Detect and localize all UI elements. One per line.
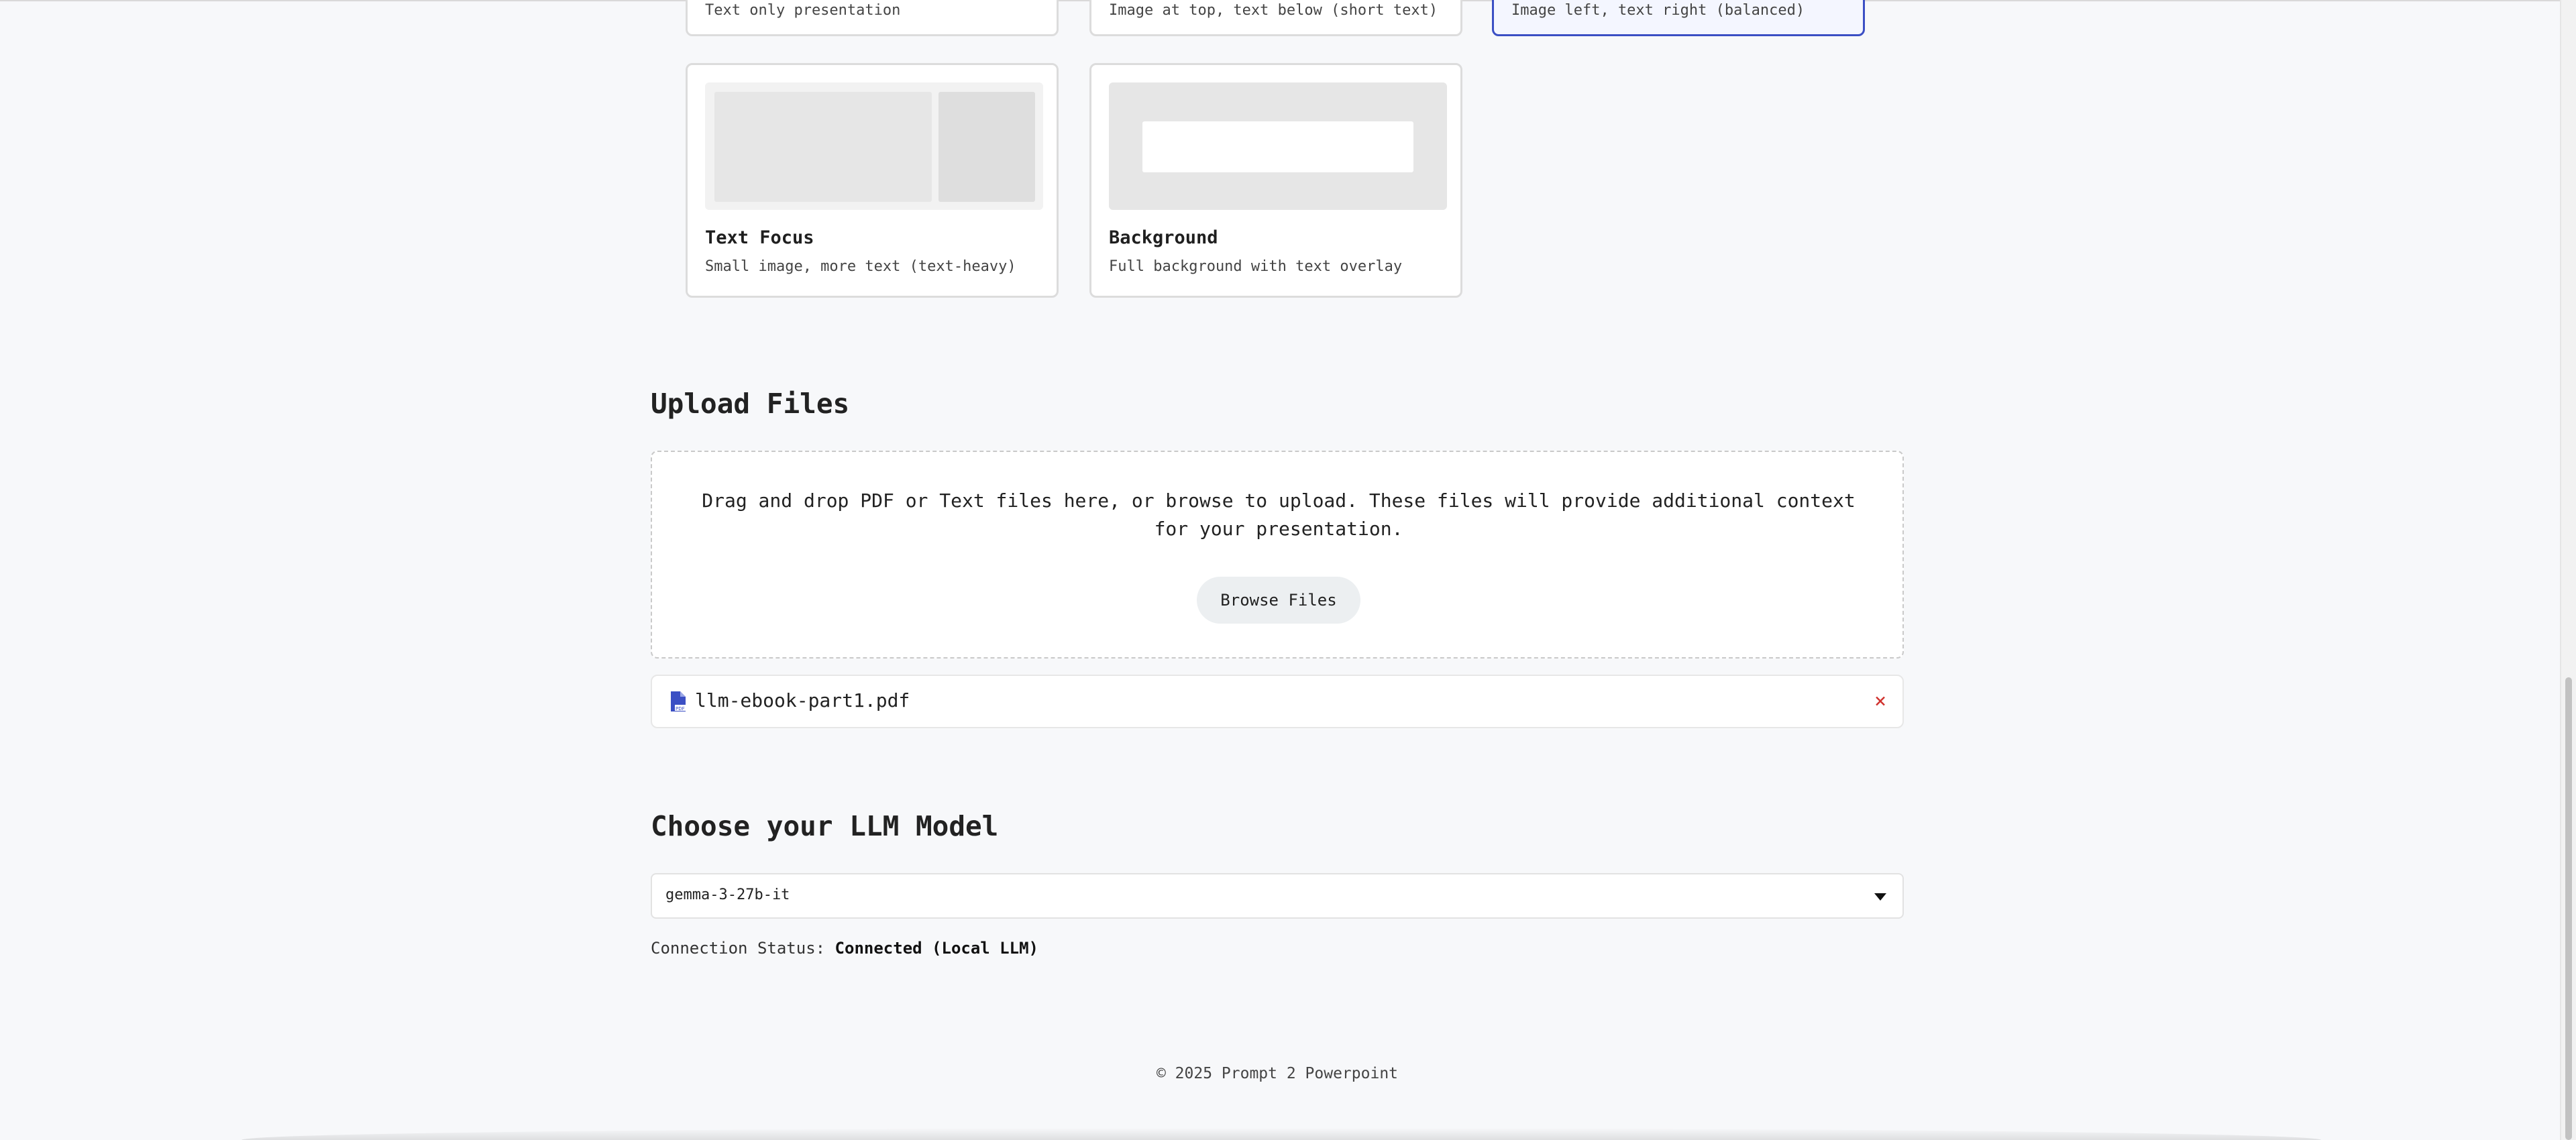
layout-card-desc: Image at top, text below (short text) — [1109, 2, 1438, 19]
connection-status: Connection Status: Connected (Local LLM) — [651, 939, 1038, 958]
upload-section-title: Upload Files — [651, 388, 850, 420]
connection-status-value: Connected (Local LLM) — [835, 939, 1038, 958]
footer-shadow — [241, 1128, 2321, 1140]
layout-card-text-focus[interactable]: Text Focus Small image, more text (text-… — [686, 63, 1059, 298]
selected-model: gemma-3-27b-it — [665, 887, 790, 903]
svg-text:PDF: PDF — [676, 706, 685, 711]
browse-files-button[interactable]: Browse Files — [1197, 577, 1360, 624]
layout-card-image-left[interactable]: Image left, text right (balanced) — [1492, 0, 1865, 36]
layout-card-desc: Text only presentation — [705, 2, 901, 19]
layout-card-background[interactable]: Background Full background with text ove… — [1089, 63, 1462, 298]
file-dropzone[interactable]: Drag and drop PDF or Text files here, or… — [651, 451, 1904, 659]
file-name: llm-ebook-part1.pdf — [695, 689, 910, 711]
layout-card-title: Background — [1109, 227, 1218, 248]
layout-card-desc: Full background with text overlay — [1109, 258, 1403, 275]
preview-text-block — [714, 92, 932, 202]
connection-status-label: Connection Status: — [651, 939, 826, 958]
background-preview — [1109, 82, 1447, 210]
pdf-file-icon: PDF — [669, 691, 687, 712]
layout-card-desc: Image left, text right (balanced) — [1511, 2, 1805, 19]
uploaded-file-item: PDF llm-ebook-part1.pdf × — [651, 675, 1904, 728]
remove-file-button[interactable]: × — [1870, 687, 1890, 716]
scrollbar-thumb[interactable] — [2565, 677, 2572, 1140]
layout-card-title: Text Focus — [705, 227, 814, 248]
preview-image-block — [938, 92, 1035, 202]
preview-text-overlay — [1142, 121, 1413, 172]
chevron-down-icon — [1874, 893, 1886, 901]
model-section-title: Choose your LLM Model — [651, 810, 999, 842]
text-focus-preview — [705, 82, 1043, 210]
layout-card-image-top[interactable]: Image at top, text below (short text) — [1089, 0, 1462, 36]
layout-card-desc: Small image, more text (text-heavy) — [705, 258, 1016, 275]
footer-copyright: © 2025 Prompt 2 Powerpoint — [1156, 1065, 1399, 1082]
llm-model-select[interactable]: gemma-3-27b-it — [651, 873, 1904, 919]
dropzone-instructions: Drag and drop PDF or Text files here, or… — [702, 490, 1856, 540]
layout-card-text-only[interactable]: Text only presentation — [686, 0, 1059, 36]
